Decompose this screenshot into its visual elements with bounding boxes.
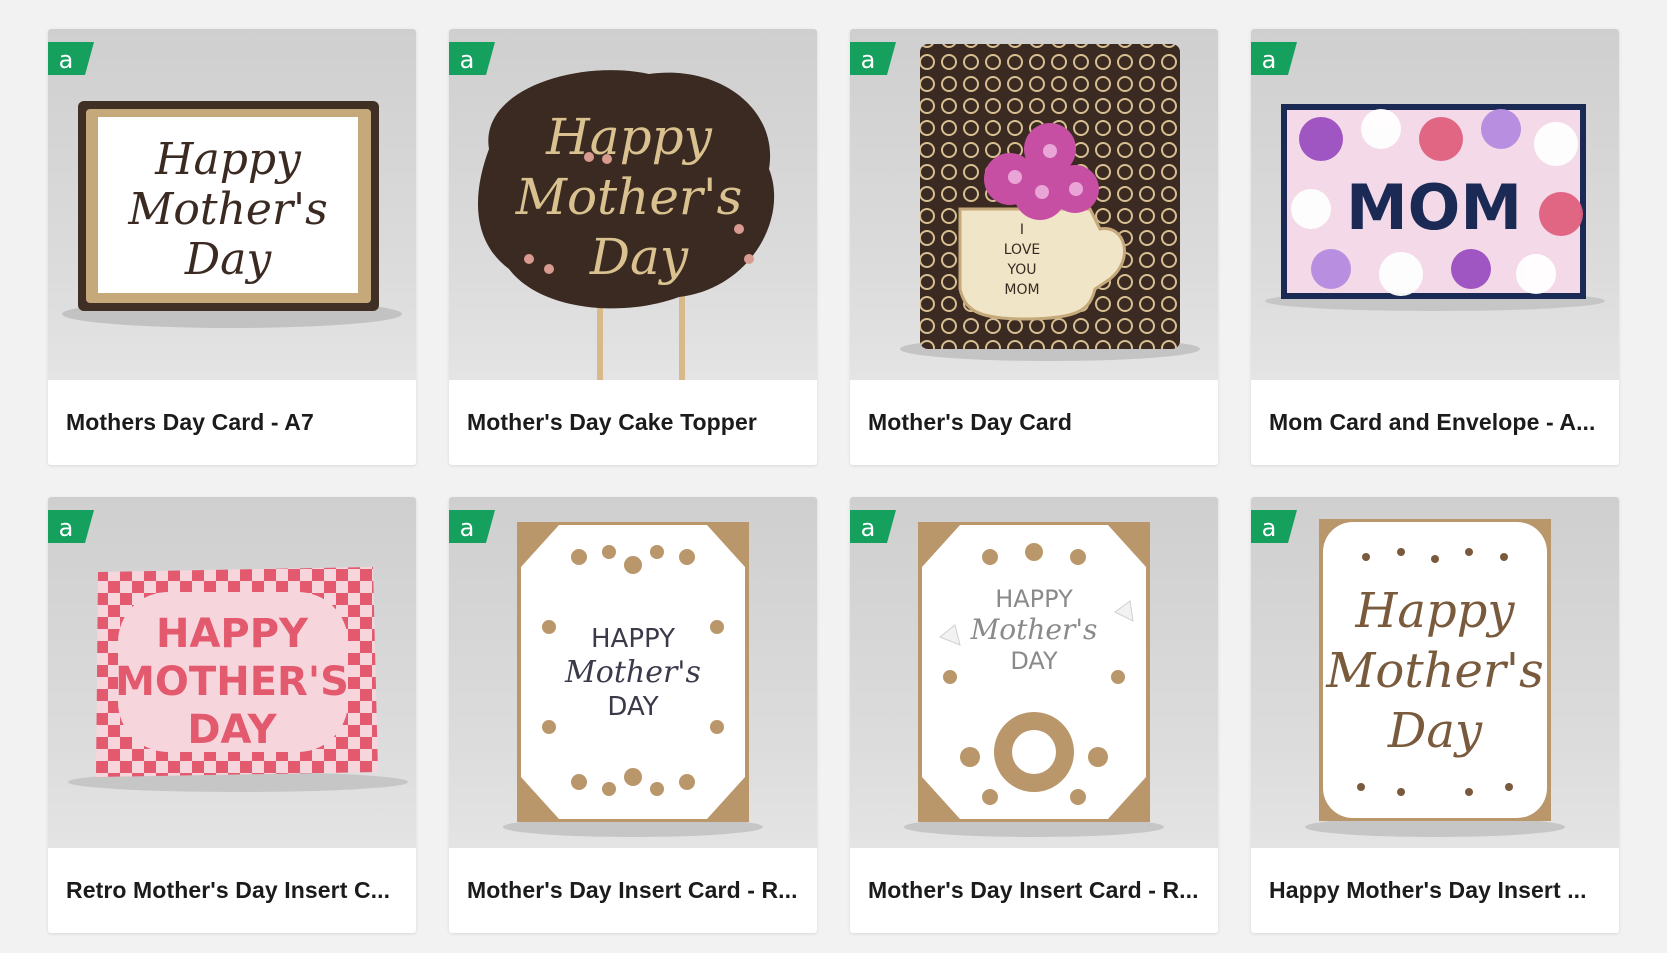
svg-text:a: a	[460, 514, 475, 542]
project-card[interactable]: a Happy Mother's Day Happy Mother's Day …	[1251, 497, 1619, 933]
project-thumbnail[interactable]: MOM	[1251, 29, 1619, 380]
access-badge: a	[48, 510, 94, 554]
project-title[interactable]: Mom Card and Envelope - A...	[1269, 380, 1605, 465]
project-title[interactable]: Mother's Day Cake Topper	[467, 380, 803, 465]
svg-text:a: a	[861, 46, 876, 74]
project-card[interactable]: a Happy Mother's Day Mothers Day Card - …	[48, 29, 416, 465]
svg-text:MOM: MOM	[1004, 282, 1039, 298]
svg-text:I: I	[1020, 222, 1024, 238]
access-badge: a	[1251, 42, 1297, 86]
svg-text:Day: Day	[589, 228, 689, 286]
svg-text:a: a	[1262, 514, 1277, 542]
access-badge: a	[850, 510, 896, 554]
access-badge: a	[1251, 510, 1297, 554]
svg-text:Day: Day	[1387, 703, 1483, 759]
project-thumbnail[interactable]: Happy Mother's Day	[449, 29, 817, 380]
svg-text:Mother's: Mother's	[970, 613, 1098, 646]
svg-text:a: a	[460, 46, 475, 74]
svg-text:Mother's: Mother's	[564, 655, 701, 690]
svg-text:Mother's: Mother's	[1325, 643, 1543, 699]
svg-text:a: a	[59, 46, 74, 74]
access-badge: a	[449, 42, 495, 86]
project-title[interactable]: Retro Mother's Day Insert C...	[66, 848, 402, 933]
access-badge: a	[48, 42, 94, 86]
svg-text:Mother's: Mother's	[127, 184, 327, 235]
project-thumbnail[interactable]: Happy Mother's Day	[48, 29, 416, 380]
project-thumbnail[interactable]: HAPPY Mother's DAY	[850, 497, 1218, 848]
svg-text:LOVE: LOVE	[1004, 242, 1041, 258]
access-badge-icon: a	[850, 42, 896, 75]
project-grid: a Happy Mother's Day Mothers Day Card - …	[0, 0, 1667, 953]
project-thumbnail[interactable]: HAPPY Mother's DAY	[449, 497, 817, 848]
svg-text:Happy: Happy	[1354, 583, 1515, 639]
svg-text:Mother's: Mother's	[515, 168, 743, 226]
project-card[interactable]: a	[850, 497, 1218, 933]
access-badge-icon: a	[48, 510, 94, 543]
svg-text:HAPPY: HAPPY	[995, 585, 1073, 613]
svg-text:a: a	[1262, 46, 1277, 74]
project-title[interactable]: Mother's Day Insert Card - R...	[868, 848, 1204, 933]
svg-text:MOM: MOM	[1346, 171, 1522, 244]
project-title[interactable]: Mother's Day Insert Card - R...	[467, 848, 803, 933]
project-thumbnail[interactable]: Happy Mother's Day	[1251, 497, 1619, 848]
svg-text:Happy: Happy	[545, 108, 712, 166]
project-title[interactable]: Mothers Day Card - A7	[66, 380, 402, 465]
svg-text:HAPPY: HAPPY	[591, 624, 675, 654]
project-card[interactable]: a	[850, 29, 1218, 465]
svg-text:DAY: DAY	[187, 707, 277, 753]
access-badge-icon: a	[48, 42, 94, 75]
project-card[interactable]: a HAPPY MOTHER'S DAY Retro Mother's Day …	[48, 497, 416, 933]
svg-text:MOTHER'S: MOTHER'S	[115, 659, 349, 705]
access-badge: a	[850, 42, 896, 86]
svg-text:YOU: YOU	[1006, 262, 1036, 278]
access-badge-icon: a	[850, 510, 896, 543]
project-card[interactable]: a	[449, 497, 817, 933]
svg-text:Day: Day	[184, 234, 273, 285]
project-card[interactable]: a	[1251, 29, 1619, 465]
access-badge-icon: a	[449, 42, 495, 75]
access-badge-icon: a	[1251, 510, 1297, 543]
project-thumbnail[interactable]: HAPPY MOTHER'S DAY	[48, 497, 416, 848]
svg-text:DAY: DAY	[607, 692, 658, 722]
access-badge-icon: a	[449, 510, 495, 543]
svg-text:HAPPY: HAPPY	[156, 611, 309, 657]
svg-text:a: a	[59, 514, 74, 542]
access-badge: a	[449, 510, 495, 554]
svg-text:a: a	[861, 514, 876, 542]
project-title[interactable]: Mother's Day Card	[868, 380, 1204, 465]
access-badge-icon: a	[1251, 42, 1297, 75]
svg-text:DAY: DAY	[1010, 647, 1058, 675]
svg-text:Happy: Happy	[154, 134, 302, 185]
project-thumbnail[interactable]: I LOVE YOU MOM	[850, 29, 1218, 380]
project-title[interactable]: Happy Mother's Day Insert ...	[1269, 848, 1605, 933]
project-card[interactable]: a Happy Mother's Day Mother's Day Cake T…	[449, 29, 817, 465]
